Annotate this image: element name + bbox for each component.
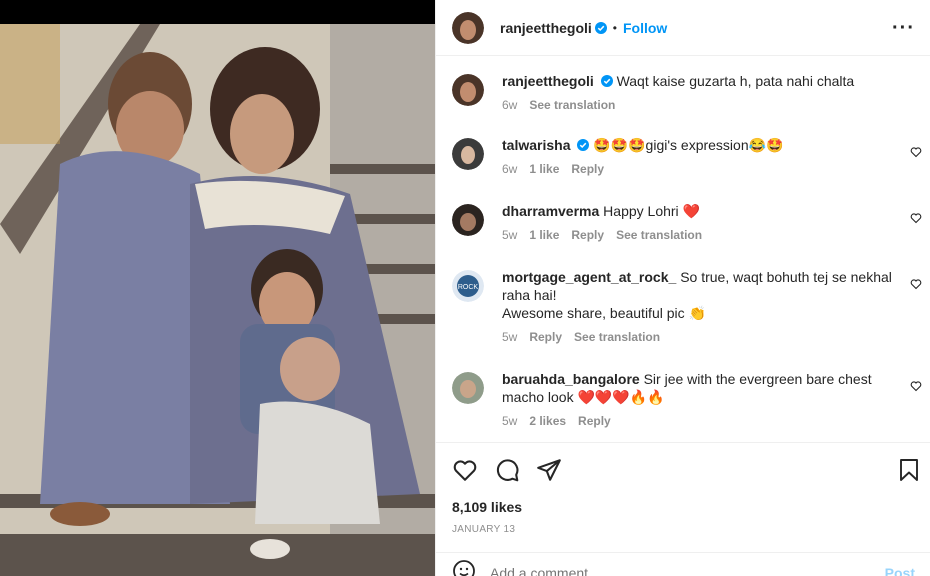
like-comment-heart-icon[interactable] — [910, 212, 922, 224]
comment-text: 🤩🤩🤩gigi's expression😂🤩 — [593, 137, 784, 153]
post-side-panel: ranjeetthegoli • Follow ··· ranjeetthego… — [435, 0, 930, 576]
comment-time[interactable]: 5w — [502, 412, 517, 430]
post-header: ranjeetthegoli • Follow ··· — [436, 0, 930, 56]
follow-button[interactable]: Follow — [623, 20, 667, 36]
list-item: baruahda_bangalore Sir jee with the ever… — [452, 370, 922, 430]
likes-count[interactable]: 8,109 likes — [452, 499, 522, 515]
post-photo[interactable] — [0, 24, 435, 576]
like-comment-heart-icon[interactable] — [910, 146, 922, 158]
post-comment-button[interactable]: Post — [885, 565, 915, 576]
reply-button[interactable]: Reply — [571, 226, 604, 244]
comment-time[interactable]: 5w — [502, 226, 517, 244]
comment-input[interactable] — [490, 564, 850, 576]
comment-text-line2: Awesome share, beautiful pic 👏 — [502, 305, 706, 321]
family-photo — [0, 24, 435, 576]
comment-time[interactable]: 6w — [502, 160, 517, 178]
comment-text: Happy Lohri ❤️ — [603, 203, 700, 219]
reply-button[interactable]: Reply — [571, 160, 604, 178]
caption-text: Waqt kaise guzarta h, pata nahi chalta — [616, 73, 855, 89]
comment-username[interactable]: mortgage_agent_at_rock_ — [502, 269, 676, 285]
like-comment-heart-icon[interactable] — [910, 380, 922, 392]
comment-likes[interactable]: 2 likes — [529, 412, 566, 430]
emoji-icon[interactable] — [452, 559, 476, 576]
svg-text:ROCK: ROCK — [458, 284, 479, 291]
avatar[interactable] — [452, 138, 484, 170]
avatar[interactable] — [452, 74, 484, 106]
more-options-icon[interactable]: ··· — [892, 18, 915, 38]
bookmark-icon[interactable] — [897, 457, 921, 483]
avatar[interactable] — [452, 204, 484, 236]
list-item: dharramverma Happy Lohri ❤️ 5w 1 like Re… — [452, 202, 922, 244]
comment-likes[interactable]: 1 like — [529, 160, 559, 178]
reply-button[interactable]: Reply — [578, 412, 611, 430]
list-item: talwarisha 🤩🤩🤩gigi's expression😂🤩 6w 1 l… — [452, 136, 922, 178]
post-photo-pane — [0, 0, 435, 576]
post-date[interactable]: JANUARY 13 — [452, 524, 515, 535]
comment-time[interactable]: 5w — [502, 328, 517, 346]
reply-button[interactable]: Reply — [529, 328, 562, 346]
comment-username[interactable]: talwarisha — [502, 137, 570, 153]
verified-badge-icon — [600, 75, 613, 87]
comment-likes[interactable]: 1 like — [529, 226, 559, 244]
verified-badge-icon — [577, 139, 590, 151]
avatar[interactable] — [452, 11, 484, 44]
separator-dot: • — [612, 20, 617, 35]
comment-username[interactable]: dharramverma — [502, 203, 599, 219]
like-comment-heart-icon[interactable] — [910, 278, 922, 290]
post-actions: 8,109 likes JANUARY 13 — [436, 442, 930, 535]
caption-username[interactable]: ranjeetthegoli — [502, 73, 594, 89]
caption: ranjeetthegoli Waqt kaise guzarta h, pat… — [452, 72, 922, 114]
comments-list[interactable]: ranjeetthegoli Waqt kaise guzarta h, pat… — [436, 56, 930, 442]
see-translation-button[interactable]: See translation — [529, 96, 615, 114]
comment-icon[interactable] — [494, 457, 520, 483]
verified-badge-icon — [594, 21, 607, 34]
add-comment-bar: Post — [436, 552, 930, 576]
avatar[interactable]: ROCK — [452, 270, 484, 302]
comment-username[interactable]: baruahda_bangalore — [502, 371, 640, 387]
heart-icon[interactable] — [452, 457, 478, 483]
see-translation-button[interactable]: See translation — [616, 226, 702, 244]
share-icon[interactable] — [536, 457, 562, 483]
header-username[interactable]: ranjeetthegoli — [500, 20, 592, 36]
list-item: ROCK mortgage_agent_at_rock_ So true, wa… — [452, 268, 922, 346]
avatar[interactable] — [452, 372, 484, 404]
caption-time[interactable]: 6w — [502, 96, 517, 114]
see-translation-button[interactable]: See translation — [574, 328, 660, 346]
